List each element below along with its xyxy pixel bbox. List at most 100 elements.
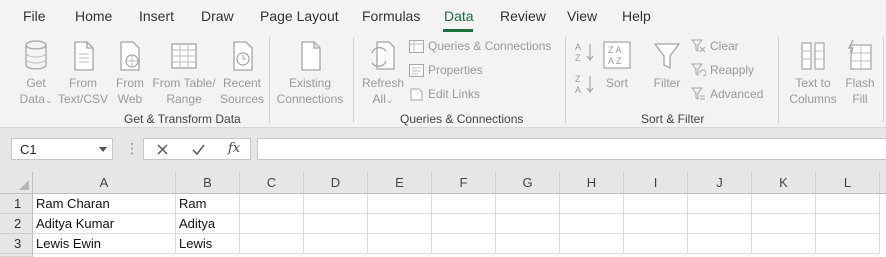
- cell-i2[interactable]: [624, 214, 688, 234]
- tab-page-layout[interactable]: Page Layout: [260, 8, 339, 24]
- column-header-k[interactable]: K: [752, 172, 816, 194]
- row-header-3[interactable]: 3: [0, 234, 33, 254]
- cell-a2[interactable]: Aditya Kumar: [33, 214, 176, 234]
- reapply-button[interactable]: Reapply: [691, 63, 754, 77]
- cell-g3[interactable]: [496, 234, 560, 254]
- queries-connections-label: Queries & Connections: [428, 39, 552, 53]
- cell-c3[interactable]: [240, 234, 304, 254]
- from-text-csv-label-2: Text/CSV: [58, 92, 109, 106]
- flash-fill-button[interactable]: Flash Fill: [842, 39, 878, 107]
- cell-l3[interactable]: [816, 234, 880, 254]
- cancel-icon[interactable]: [157, 144, 168, 155]
- tab-review[interactable]: Review: [500, 8, 546, 24]
- tab-view[interactable]: View: [567, 8, 597, 24]
- menu-bar: File Home Insert Draw Page Layout Formul…: [0, 0, 886, 33]
- text-to-columns-button[interactable]: Text to Columns: [787, 39, 839, 107]
- formula-buttons: fx: [143, 138, 251, 160]
- cell-h3[interactable]: [560, 234, 624, 254]
- queries-connections-button[interactable]: Queries & Connections: [409, 39, 551, 53]
- column-header-l[interactable]: L: [816, 172, 880, 194]
- properties-button[interactable]: Properties: [409, 63, 483, 77]
- column-header-g[interactable]: G: [496, 172, 560, 194]
- edit-links-button[interactable]: Edit Links: [409, 87, 480, 101]
- cell-h2[interactable]: [560, 214, 624, 234]
- cell-c1[interactable]: [240, 194, 304, 214]
- cell-i3[interactable]: [624, 234, 688, 254]
- cell-b1[interactable]: Ram: [176, 194, 240, 214]
- cell-k1[interactable]: [752, 194, 816, 214]
- chevron-down-icon[interactable]: [99, 147, 107, 152]
- from-web-button[interactable]: From Web: [111, 39, 149, 107]
- clear-filter-button[interactable]: Clear: [691, 39, 739, 53]
- more-options-icon[interactable]: ⋮: [125, 140, 139, 157]
- get-data-button[interactable]: Get Data⌄: [14, 39, 58, 108]
- cell-d3[interactable]: [304, 234, 368, 254]
- tab-home[interactable]: Home: [75, 8, 112, 24]
- clock-file-icon: [233, 41, 253, 71]
- row-header-1[interactable]: 1: [0, 194, 33, 214]
- cell-i1[interactable]: [624, 194, 688, 214]
- cell-l2[interactable]: [816, 214, 880, 234]
- tab-help[interactable]: Help: [622, 8, 651, 24]
- advanced-filter-icon: [691, 87, 705, 100]
- column-header-b[interactable]: B: [176, 172, 240, 194]
- advanced-filter-button[interactable]: Advanced: [691, 87, 763, 101]
- cell-k3[interactable]: [752, 234, 816, 254]
- cell-b2[interactable]: Aditya: [176, 214, 240, 234]
- tab-insert[interactable]: Insert: [139, 8, 174, 24]
- enter-check-icon[interactable]: [192, 144, 205, 155]
- sort-button[interactable]: Z A A Z Sort: [601, 39, 633, 91]
- group-label-sort-filter: Sort & Filter: [641, 112, 705, 126]
- cell-d2[interactable]: [304, 214, 368, 234]
- column-header-h[interactable]: H: [560, 172, 624, 194]
- cell-f2[interactable]: [432, 214, 496, 234]
- recent-sources-button[interactable]: Recent Sources: [218, 39, 266, 107]
- cell-e1[interactable]: [368, 194, 432, 214]
- column-header-i[interactable]: I: [624, 172, 688, 194]
- row-header-2[interactable]: 2: [0, 214, 33, 234]
- cell-j1[interactable]: [688, 194, 752, 214]
- cell-a3[interactable]: Lewis Ewin: [33, 234, 176, 254]
- insert-function-icon[interactable]: fx: [228, 141, 240, 156]
- cell-g1[interactable]: [496, 194, 560, 214]
- tab-file[interactable]: File: [23, 8, 46, 24]
- cell-d1[interactable]: [304, 194, 368, 214]
- column-header-e[interactable]: E: [368, 172, 432, 194]
- cell-j2[interactable]: [688, 214, 752, 234]
- column-header-c[interactable]: C: [240, 172, 304, 194]
- connections-file-icon: [301, 41, 321, 71]
- cell-f1[interactable]: [432, 194, 496, 214]
- cell-g2[interactable]: [496, 214, 560, 234]
- name-box[interactable]: C1: [11, 138, 113, 160]
- cell-f3[interactable]: [432, 234, 496, 254]
- column-header-a[interactable]: A: [33, 172, 176, 194]
- cell-k2[interactable]: [752, 214, 816, 234]
- tab-formulas[interactable]: Formulas: [362, 8, 420, 24]
- cell-j3[interactable]: [688, 234, 752, 254]
- ribbon: Get Data⌄ From Text/CSV From Web From Ta…: [0, 33, 886, 128]
- sort-az-button[interactable]: A Z: [574, 41, 596, 67]
- column-header-f[interactable]: F: [432, 172, 496, 194]
- from-table-range-button[interactable]: From Table/ Range: [151, 39, 217, 107]
- from-text-csv-label-1: From: [69, 76, 97, 90]
- column-header-j[interactable]: J: [688, 172, 752, 194]
- sort-za-button[interactable]: Z A: [574, 73, 596, 99]
- cell-e2[interactable]: [368, 214, 432, 234]
- cell-h1[interactable]: [560, 194, 624, 214]
- cell-l1[interactable]: [816, 194, 880, 214]
- cell-b3[interactable]: Lewis: [176, 234, 240, 254]
- refresh-all-button[interactable]: Refresh All⌄: [360, 39, 406, 108]
- filter-button[interactable]: Filter: [649, 39, 685, 91]
- formula-input[interactable]: [257, 138, 886, 160]
- from-text-csv-button[interactable]: From Text/CSV: [58, 39, 108, 107]
- existing-connections-button[interactable]: Existing Connections: [274, 39, 346, 107]
- select-all-corner[interactable]: [0, 172, 33, 194]
- tab-draw[interactable]: Draw: [201, 8, 234, 24]
- advanced-label: Advanced: [710, 87, 764, 101]
- cell-e3[interactable]: [368, 234, 432, 254]
- cell-a1[interactable]: Ram Charan: [33, 194, 176, 214]
- cell-c2[interactable]: [240, 214, 304, 234]
- sort-za-icon: Z A: [575, 74, 594, 95]
- column-header-d[interactable]: D: [304, 172, 368, 194]
- tab-data[interactable]: Data: [444, 8, 474, 24]
